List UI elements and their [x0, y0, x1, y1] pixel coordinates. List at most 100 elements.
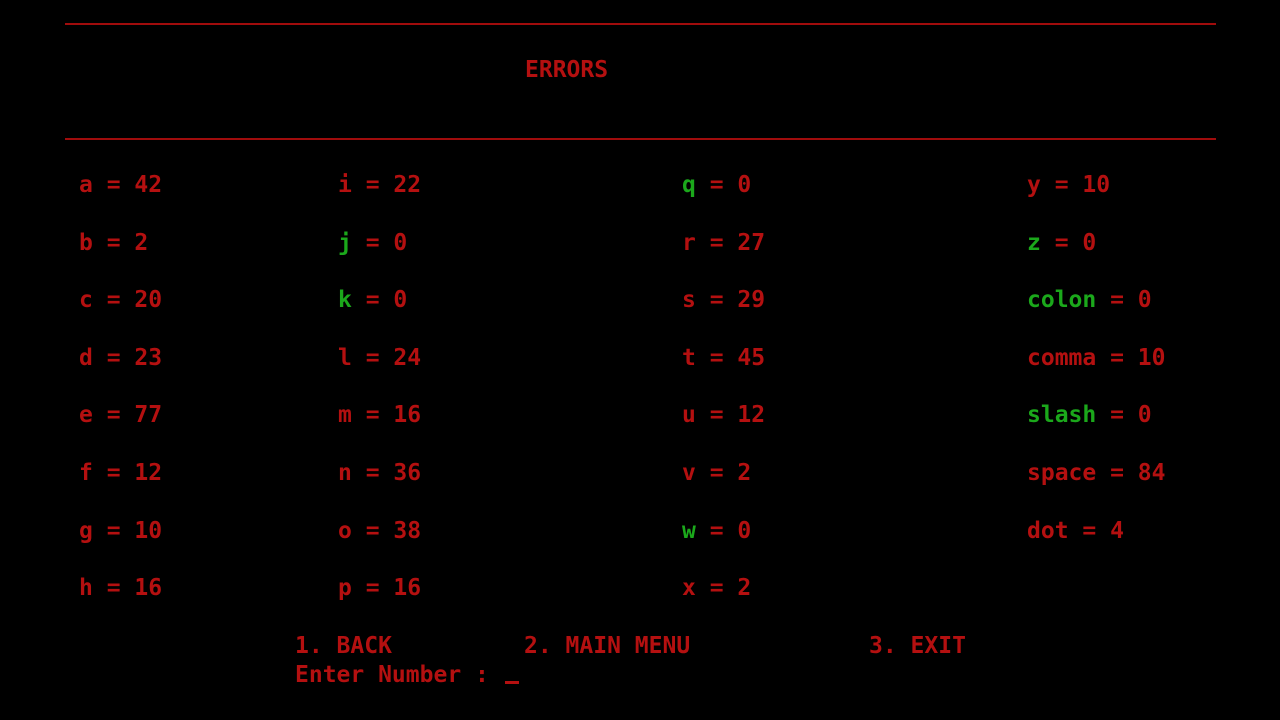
error-char: y	[1027, 172, 1041, 198]
equals-sign: =	[695, 518, 738, 544]
error-char: u	[682, 402, 696, 428]
error-entry-space: space = 84	[1027, 459, 1166, 487]
equals-sign: =	[92, 460, 135, 486]
error-count: 0	[737, 172, 752, 198]
error-char: dot	[1027, 518, 1069, 544]
equals-sign: =	[1096, 345, 1138, 371]
equals-sign: =	[351, 230, 394, 256]
equals-sign: =	[695, 345, 738, 371]
error-char: o	[338, 518, 352, 544]
equals-sign: =	[92, 287, 135, 313]
error-count: 4	[1110, 518, 1124, 544]
error-count: 45	[737, 345, 766, 371]
error-char: comma	[1027, 345, 1097, 371]
equals-sign: =	[351, 575, 394, 601]
equals-sign: =	[351, 345, 394, 371]
error-count: 84	[1137, 460, 1166, 486]
error-count: 0	[1082, 230, 1097, 256]
error-entry-x: x = 2	[682, 574, 751, 602]
error-entry-p: p = 16	[338, 574, 421, 602]
error-count: 12	[134, 460, 163, 486]
equals-sign: =	[695, 402, 738, 428]
error-char: n	[338, 460, 352, 486]
equals-sign: =	[1040, 230, 1083, 256]
error-count: 12	[737, 402, 766, 428]
error-count: 29	[737, 287, 766, 313]
error-char: c	[79, 287, 93, 313]
error-entry-l: l = 24	[338, 344, 421, 372]
equals-sign: =	[92, 518, 135, 544]
error-count: 22	[393, 172, 422, 198]
back-option[interactable]: 1. BACK	[295, 632, 392, 660]
error-entry-k: k = 0	[338, 286, 407, 314]
error-char: h	[79, 575, 93, 601]
equals-sign: =	[92, 402, 135, 428]
error-char: b	[79, 230, 93, 256]
error-char: p	[338, 575, 352, 601]
error-char: a	[79, 172, 93, 198]
equals-sign: =	[92, 230, 135, 256]
error-entry-slash: slash = 0	[1027, 401, 1152, 429]
equals-sign: =	[351, 518, 394, 544]
error-char: x	[682, 575, 696, 601]
error-count: 16	[393, 575, 422, 601]
prompt-label: Enter Number :	[295, 662, 503, 688]
error-entry-e: e = 77	[79, 401, 162, 429]
equals-sign: =	[695, 172, 738, 198]
error-char: f	[79, 460, 93, 486]
error-entry-h: h = 16	[79, 574, 162, 602]
error-count: 10	[1137, 345, 1166, 371]
header-divider	[65, 138, 1216, 140]
error-count: 36	[393, 460, 422, 486]
error-count: 0	[1137, 402, 1152, 428]
error-entry-i: i = 22	[338, 171, 421, 199]
error-char: i	[338, 172, 352, 198]
error-entry-z: z = 0	[1027, 229, 1096, 257]
error-count: 20	[134, 287, 163, 313]
error-entry-colon: colon = 0	[1027, 286, 1152, 314]
error-count: 27	[737, 230, 766, 256]
error-char: space	[1027, 460, 1097, 486]
error-char: l	[338, 345, 352, 371]
error-entry-o: o = 38	[338, 517, 421, 545]
error-entry-a: a = 42	[79, 171, 162, 199]
error-entry-w: w = 0	[682, 517, 751, 545]
equals-sign: =	[351, 287, 394, 313]
equals-sign: =	[351, 460, 394, 486]
error-entry-m: m = 16	[338, 401, 421, 429]
equals-sign: =	[92, 172, 135, 198]
error-entry-b: b = 2	[79, 229, 148, 257]
error-count: 0	[1137, 287, 1152, 313]
error-entry-d: d = 23	[79, 344, 162, 372]
error-entry-r: r = 27	[682, 229, 765, 257]
error-count: 16	[393, 402, 422, 428]
equals-sign: =	[695, 230, 738, 256]
error-entry-j: j = 0	[338, 229, 407, 257]
error-char: w	[682, 518, 696, 544]
error-count: 2	[134, 230, 149, 256]
error-char: r	[682, 230, 696, 256]
error-entry-t: t = 45	[682, 344, 765, 372]
error-count: 2	[737, 575, 752, 601]
error-char: v	[682, 460, 696, 486]
error-entry-c: c = 20	[79, 286, 162, 314]
error-char: m	[338, 402, 352, 428]
error-count: 10	[1082, 172, 1111, 198]
error-count: 0	[393, 230, 408, 256]
error-char: k	[338, 287, 352, 313]
error-count: 0	[737, 518, 752, 544]
equals-sign: =	[695, 575, 738, 601]
number-input[interactable]: Enter Number :	[295, 661, 519, 689]
error-count: 38	[393, 518, 422, 544]
error-count: 42	[134, 172, 163, 198]
equals-sign: =	[1068, 518, 1111, 544]
text-cursor	[504, 681, 519, 684]
error-entry-comma: comma = 10	[1027, 344, 1166, 372]
error-char: colon	[1027, 287, 1097, 313]
top-divider	[65, 23, 1216, 25]
error-entry-v: v = 2	[682, 459, 751, 487]
equals-sign: =	[1096, 402, 1138, 428]
exit-option[interactable]: 3. EXIT	[869, 632, 966, 660]
error-entry-u: u = 12	[682, 401, 765, 429]
main-menu-option[interactable]: 2. MAIN MENU	[524, 632, 690, 660]
